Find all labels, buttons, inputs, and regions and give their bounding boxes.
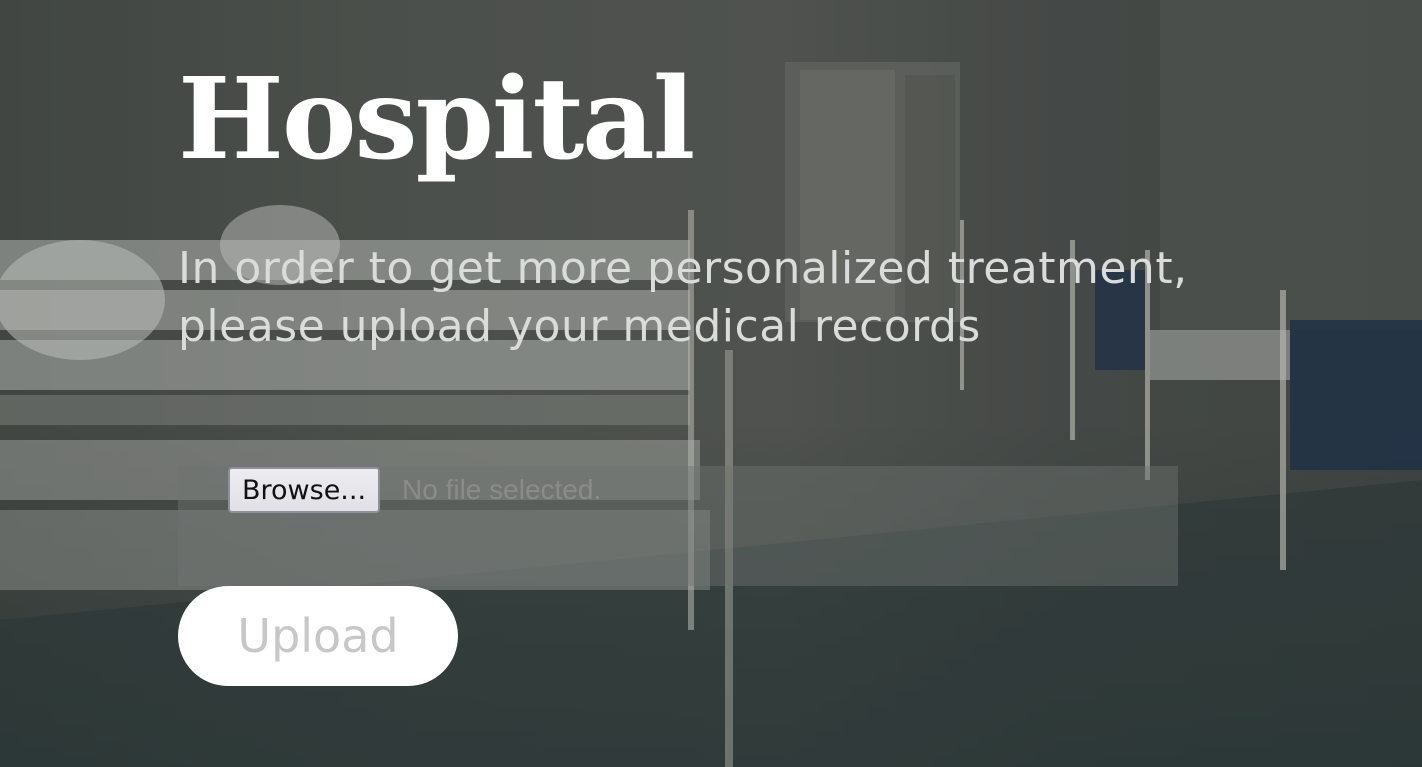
page-title: Hospital bbox=[178, 54, 695, 185]
file-status-text: No file selected. bbox=[402, 474, 602, 505]
browse-button[interactable]: Browse... bbox=[228, 467, 381, 513]
page-subtitle: In order to get more personalized treatm… bbox=[178, 243, 1188, 352]
file-input-panel: Browse... No file selected. bbox=[178, 466, 1178, 586]
upload-button[interactable]: Upload bbox=[178, 586, 458, 686]
